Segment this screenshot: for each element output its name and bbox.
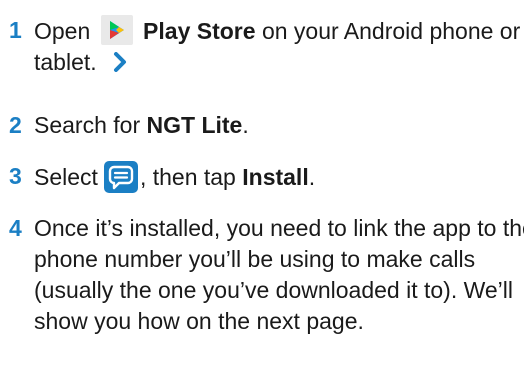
open-word: Open: [34, 18, 91, 44]
step-3-prefix: Select: [34, 164, 98, 190]
step-3-middle: , then tap: [139, 164, 236, 190]
step-number: 1: [9, 17, 22, 43]
step-2-prefix: Search for: [34, 112, 141, 138]
step-text: Select , then tap Install.: [34, 161, 316, 193]
app-name: NGT Lite: [146, 112, 243, 138]
step-4: 4 Once it’s installed, you need to link …: [0, 213, 524, 337]
step-3-suffix: .: [308, 164, 316, 190]
step-number: 3: [9, 163, 22, 189]
step-number: 2: [9, 112, 22, 138]
step-1: 1 Open Play Store on your Android phone …: [0, 15, 524, 80]
step-2: 2 Search for NGT Lite.: [0, 110, 524, 141]
install-label: Install: [242, 164, 309, 190]
step-text: Open Play Store on your Android phone or…: [34, 15, 520, 75]
step-text: Once it’s installed, you need to link th…: [34, 215, 524, 334]
play-store-icon: [100, 15, 133, 45]
step-3: 3 Select , then tap Install.: [0, 161, 524, 193]
ngt-lite-app-icon: [103, 161, 138, 193]
step-number: 4: [9, 215, 22, 241]
step-2-suffix: .: [242, 112, 249, 138]
store-name: Play Store: [143, 18, 256, 44]
chevron-right-icon[interactable]: [113, 49, 127, 80]
step-text: Search for NGT Lite.: [34, 112, 249, 138]
